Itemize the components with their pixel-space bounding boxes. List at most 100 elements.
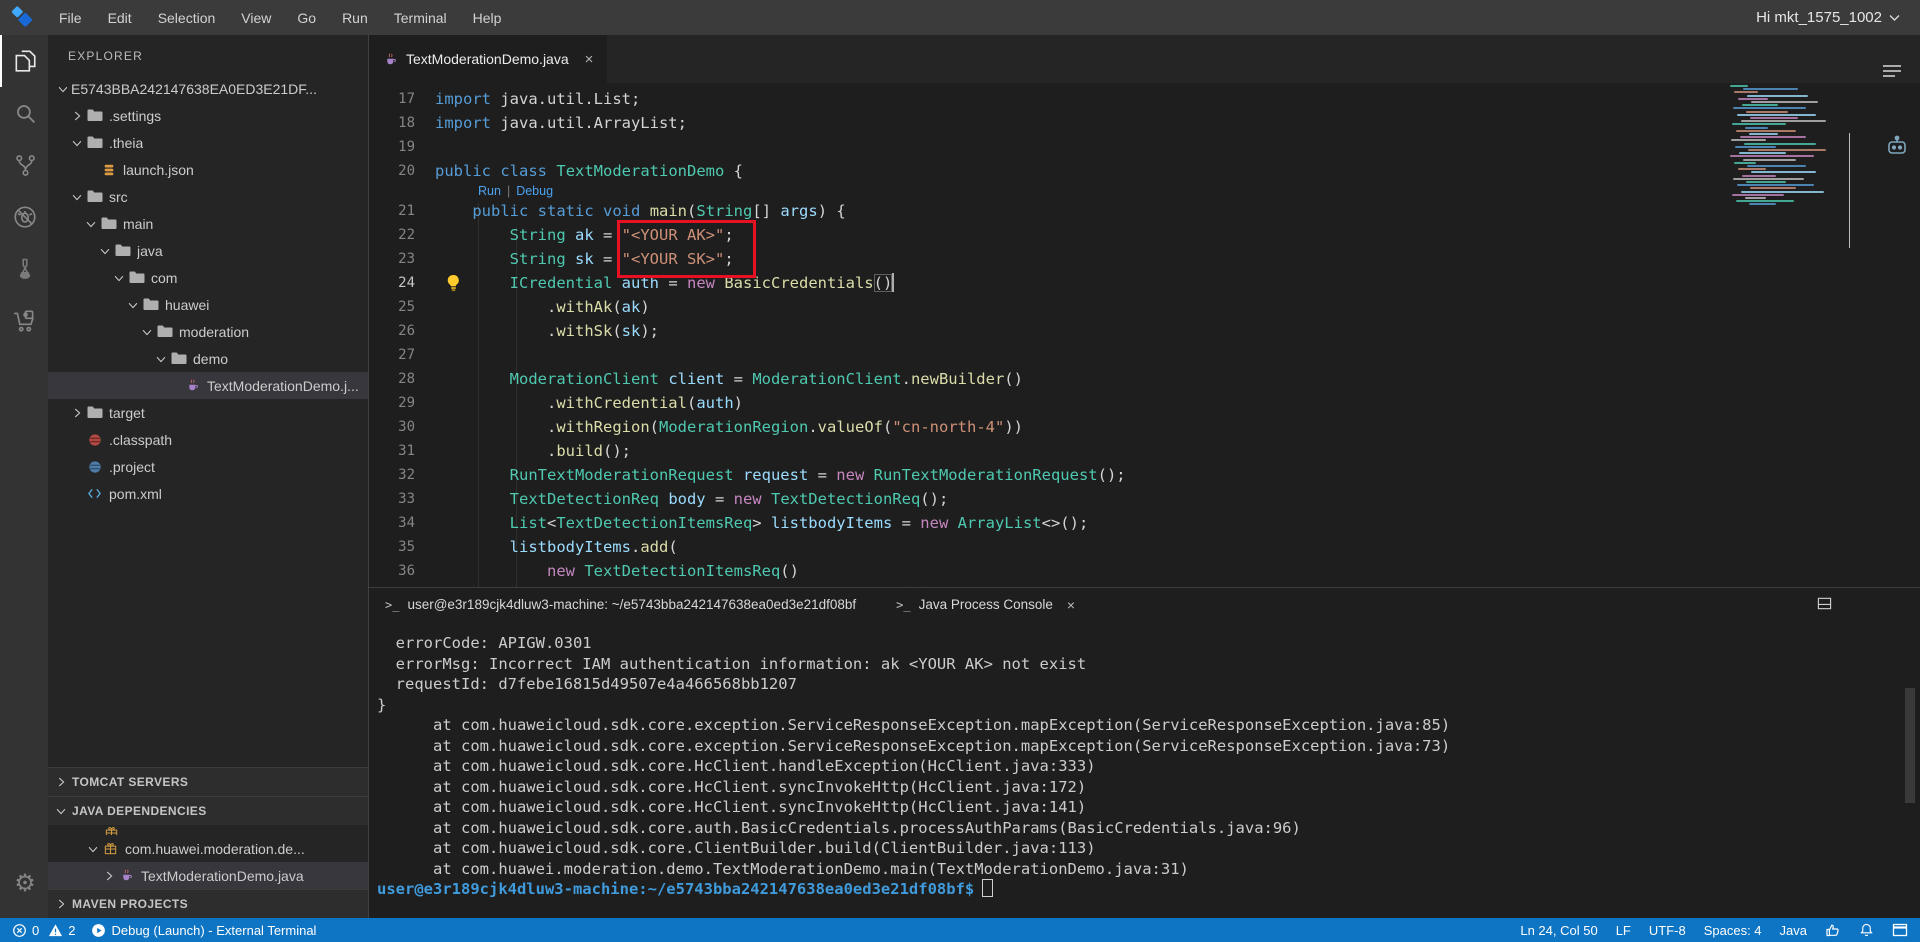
feedback-thumbs-up-icon[interactable]: [1825, 922, 1841, 938]
tree-item-label: main: [123, 216, 153, 232]
user-greeting[interactable]: Hi mkt_1575_1002: [1756, 9, 1900, 26]
menu-item-go[interactable]: Go: [284, 10, 329, 26]
codelens-run-link[interactable]: Run: [478, 184, 501, 198]
tree-item-demo[interactable]: demo: [48, 345, 368, 372]
code-line-26[interactable]: 26 .withSk(sk);: [369, 319, 1920, 343]
activity-search-button[interactable]: [0, 87, 48, 139]
encoding-indicator[interactable]: UTF-8: [1649, 923, 1686, 938]
activity-source-control-button[interactable]: [0, 139, 48, 191]
tab-close-icon[interactable]: ×: [585, 51, 594, 68]
activity-test-button[interactable]: [0, 243, 48, 295]
code-line-30[interactable]: 30 .withRegion(ModerationRegion.valueOf(…: [369, 415, 1920, 439]
eol-indicator[interactable]: LF: [1616, 923, 1631, 938]
settings-button[interactable]: ⚙: [0, 858, 48, 910]
tree-item-java[interactable]: java: [48, 237, 368, 264]
tree-item-huawei[interactable]: huawei: [48, 291, 368, 318]
cursor-position[interactable]: Ln 24, Col 50: [1520, 923, 1597, 938]
token-pl: [435, 562, 547, 580]
menu-item-file[interactable]: File: [46, 10, 95, 26]
code-line-25[interactable]: 25 .withAk(ak): [369, 295, 1920, 319]
section-maven-projects[interactable]: MAVEN PROJECTS: [48, 889, 368, 918]
minimap-line: [1749, 203, 1776, 205]
tree-item-launch-json[interactable]: launch.json: [48, 156, 368, 183]
terminal-tab-shell[interactable]: >_ user@e3r189cjk4dluw3-machine: ~/e5743…: [385, 597, 856, 612]
terminal-scrollbar[interactable]: [1905, 688, 1915, 803]
activity-debug-button[interactable]: [0, 191, 48, 243]
terminal-prompt-line: user@e3r189cjk4dluw3-machine:~/e5743bba2…: [377, 879, 1920, 900]
terminal-output[interactable]: errorCode: APIGW.0301 errorMsg: Incorrec…: [369, 621, 1920, 918]
section-java-dependencies[interactable]: JAVA DEPENDENCIES: [48, 796, 368, 825]
menu-item-edit[interactable]: Edit: [95, 10, 145, 26]
close-icon[interactable]: ×: [1067, 597, 1075, 613]
code-line-31[interactable]: 31 .build();: [369, 439, 1920, 463]
code-line-24[interactable]: 24 ICredential auth = new BasicCredentia…: [369, 271, 1920, 295]
terminal-tab-label: Java Process Console: [919, 597, 1053, 612]
panel-maximize-button[interactable]: [1817, 596, 1832, 616]
activity-explorer-button[interactable]: [0, 35, 48, 87]
tree-item-com[interactable]: com: [48, 264, 368, 291]
layout-panel-icon[interactable]: [1892, 923, 1908, 937]
tree-item-textmoderationdemo-j-[interactable]: TextModerationDemo.j...: [48, 372, 368, 399]
folder-icon: [99, 217, 118, 230]
error-icon: [12, 923, 27, 938]
tree-item-moderation[interactable]: moderation: [48, 318, 368, 345]
tab-textmoderationdemo[interactable]: TextModerationDemo.java ×: [369, 35, 607, 83]
app-logo-icon: [0, 6, 46, 30]
code-line-28[interactable]: 28 ModerationClient client = ModerationC…: [369, 367, 1920, 391]
menu-item-run[interactable]: Run: [329, 10, 381, 26]
indentation-indicator[interactable]: Spaces: 4: [1704, 923, 1762, 938]
folder-icon: [127, 271, 146, 284]
code-editor[interactable]: 17import java.util.List;18import java.ut…: [369, 83, 1920, 588]
code-line-19[interactable]: 19: [369, 135, 1920, 159]
code-line-22[interactable]: 22 String ak = "<YOUR AK>";: [369, 223, 1920, 247]
tree-item--project[interactable]: .project: [48, 453, 368, 480]
code-line-18[interactable]: 18import java.util.ArrayList;: [369, 111, 1920, 135]
menu-item-terminal[interactable]: Terminal: [381, 10, 460, 26]
debug-launch-indicator[interactable]: Debug (Launch) - External Terminal: [91, 923, 316, 938]
notifications-bell-icon[interactable]: [1859, 922, 1874, 938]
code-line-36[interactable]: 36 new TextDetectionItemsReq(): [369, 559, 1920, 583]
tree-item--theia[interactable]: .theia: [48, 129, 368, 156]
code-line-27[interactable]: 27: [369, 343, 1920, 367]
section-tomcat-servers[interactable]: TOMCAT SERVERS: [48, 767, 368, 796]
dependency-item-com-huawei-moderation-de-[interactable]: com.huawei.moderation.de...: [48, 835, 368, 862]
activity-extensions-button[interactable]: [0, 295, 48, 347]
language-indicator[interactable]: Java: [1780, 923, 1807, 938]
code-line-21[interactable]: 21 public static void main(String[] args…: [369, 199, 1920, 223]
tree-item-src[interactable]: src: [48, 183, 368, 210]
minimap[interactable]: [1730, 85, 1842, 210]
menu-item-help[interactable]: Help: [460, 10, 515, 26]
menu-item-view[interactable]: View: [228, 10, 284, 26]
tree-item-target[interactable]: target: [48, 399, 368, 426]
problems-indicator[interactable]: 0 2: [12, 923, 75, 938]
terminal-tab-java-console[interactable]: >_ Java Process Console ×: [896, 597, 1075, 613]
tree-item-main[interactable]: main: [48, 210, 368, 237]
code-line-35[interactable]: 35 listbodyItems.add(: [369, 535, 1920, 559]
tree-item--settings[interactable]: .settings: [48, 102, 368, 129]
code-line-23[interactable]: 23 String sk = "<YOUR SK>";: [369, 247, 1920, 271]
code-text: .withSk(sk);: [435, 319, 659, 343]
code-line-17[interactable]: 17import java.util.List;: [369, 87, 1920, 111]
code-text: RunTextModerationRequest request = new R…: [435, 463, 1126, 487]
chevron-down-icon: [1889, 14, 1900, 22]
tree-item-label: pom.xml: [109, 486, 162, 502]
token-pl: .: [902, 370, 911, 388]
code-line-34[interactable]: 34 List<TextDetectionItemsReq> listbodyI…: [369, 511, 1920, 535]
code-line-33[interactable]: 33 TextDetectionReq body = new TextDetec…: [369, 487, 1920, 511]
code-line-32[interactable]: 32 RunTextModerationRequest request = ne…: [369, 463, 1920, 487]
dependency-item-textmoderationdemo-java[interactable]: TextModerationDemo.java: [48, 862, 368, 889]
terminal-line: at com.huawei.moderation.demo.TextModera…: [377, 859, 1920, 880]
tree-item--classpath[interactable]: .classpath: [48, 426, 368, 453]
code-line-29[interactable]: 29 .withCredential(auth): [369, 391, 1920, 415]
codelens-debug-link[interactable]: Debug: [516, 184, 553, 198]
codelens-separator: |: [501, 184, 516, 198]
tree-item-pom-xml[interactable]: pom.xml: [48, 480, 368, 507]
menu-item-selection[interactable]: Selection: [145, 10, 229, 26]
lightbulb-icon[interactable]: [445, 273, 461, 293]
open-editors-list-button[interactable]: [1882, 63, 1902, 79]
token-fn: withSk: [556, 322, 612, 340]
code-line-20[interactable]: 20public class TextModerationDemo {: [369, 159, 1920, 183]
folder-icon: [85, 136, 104, 149]
tree-item-e5743bba242147638ea0ed3e21df-[interactable]: E5743BBA242147638EA0ED3E21DF...: [48, 75, 368, 102]
section-label: TOMCAT SERVERS: [72, 775, 188, 789]
